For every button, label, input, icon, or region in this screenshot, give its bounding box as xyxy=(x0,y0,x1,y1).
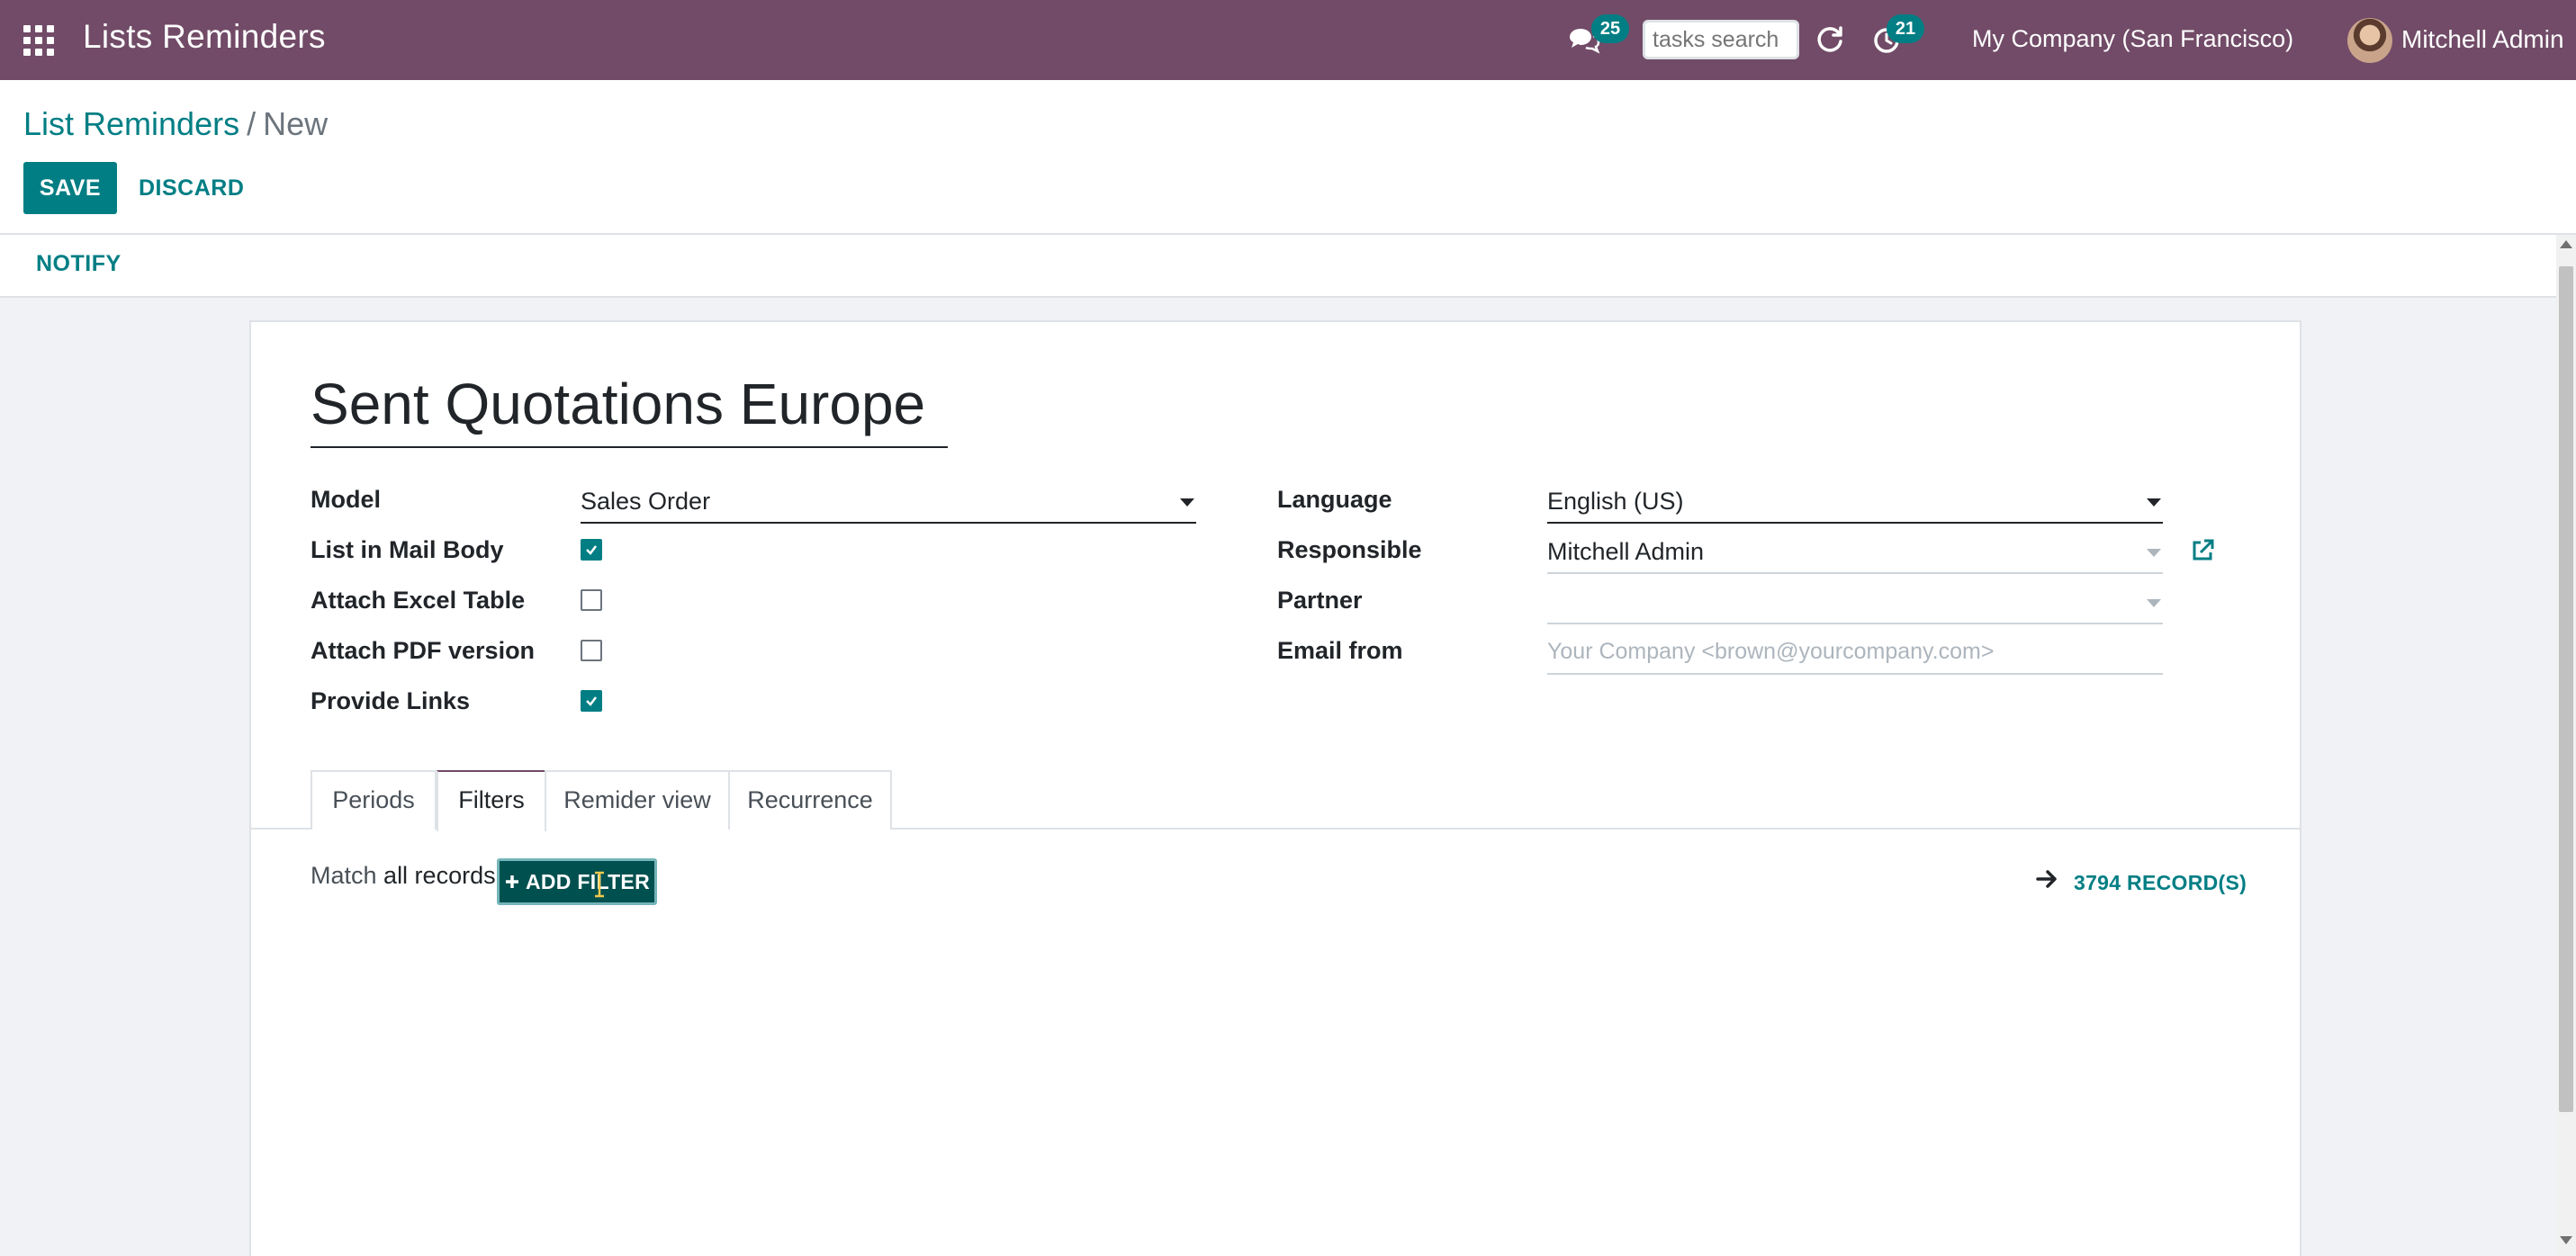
app-title[interactable]: Lists Reminders xyxy=(83,18,326,56)
user-avatar[interactable] xyxy=(2347,18,2392,63)
model-value: Sales Order xyxy=(581,488,711,515)
attach-pdf-version-checkbox[interactable] xyxy=(581,640,602,661)
add-filter-label: ADD FILTER xyxy=(525,869,650,893)
model-select[interactable]: Sales Order xyxy=(581,484,1196,524)
provide-links-checkbox[interactable] xyxy=(581,690,602,712)
language-label: Language xyxy=(1277,486,1392,513)
attach-pdf-version-label: Attach PDF version xyxy=(311,637,536,664)
apps-grid-icon[interactable] xyxy=(23,25,54,56)
tab-filters[interactable]: Filters xyxy=(437,770,546,831)
scroll-up-arrow-icon[interactable] xyxy=(2560,240,2572,248)
language-value: English (US) xyxy=(1547,488,1684,515)
notify-button[interactable]: NOTIFY xyxy=(36,251,122,277)
add-filter-button[interactable]: ADD FILTER xyxy=(497,858,657,905)
responsible-value: Mitchell Admin xyxy=(1547,538,1705,565)
activities-count-badge: 21 xyxy=(1887,14,1924,43)
name-field[interactable]: Sent Quotations Europe xyxy=(311,367,948,448)
tab-remider-view[interactable]: Remider view xyxy=(545,770,730,830)
tab-periods[interactable]: Periods xyxy=(311,770,437,830)
records-count-link[interactable]: 3794 RECORD(S) xyxy=(2074,871,2247,895)
match-prefix: Match xyxy=(311,862,377,889)
breadcrumb-parent-link[interactable]: List Reminders xyxy=(23,105,239,142)
chevron-down-icon[interactable] xyxy=(1180,498,1194,507)
check-icon xyxy=(586,696,597,706)
chevron-down-icon[interactable] xyxy=(2147,498,2161,507)
language-select[interactable]: English (US) xyxy=(1547,484,2163,524)
attach-excel-table-checkbox[interactable] xyxy=(581,589,602,611)
responsible-select[interactable]: Mitchell Admin xyxy=(1547,534,2163,574)
check-icon xyxy=(586,545,597,555)
notebook-tabs: Periods Filters Remider view Recurrence xyxy=(251,770,2300,831)
email-from-field[interactable]: Your Company <brown@yourcompany.com> xyxy=(1547,635,2163,675)
list-in-mail-body-label: List in Mail Body xyxy=(311,536,504,563)
form-sheet: Sent Quotations Europe Model Sales Order… xyxy=(249,320,2301,1256)
external-link-icon[interactable] xyxy=(2190,538,2215,563)
partner-label: Partner xyxy=(1277,587,1363,614)
form-statusbar: NOTIFY xyxy=(0,235,2556,298)
scroll-thumb[interactable] xyxy=(2559,266,2573,1112)
arrow-right-icon[interactable] xyxy=(2035,867,2058,891)
provide-links-label: Provide Links xyxy=(311,687,471,714)
list-in-mail-body-checkbox[interactable] xyxy=(581,539,602,561)
page-scrollbar[interactable] xyxy=(2556,235,2576,1256)
scroll-down-arrow-icon[interactable] xyxy=(2560,1236,2572,1244)
text-cursor-icon xyxy=(595,871,604,898)
breadcrumb: List Reminders / New xyxy=(23,105,328,143)
control-panel: List Reminders / New SAVE DISCARD xyxy=(0,80,2576,235)
save-button[interactable]: SAVE xyxy=(23,162,117,214)
tab-recurrence[interactable]: Recurrence xyxy=(728,770,892,830)
responsible-label: Responsible xyxy=(1277,536,1422,563)
messages-count-badge: 25 xyxy=(1591,14,1629,43)
top-navbar: Lists Reminders 25 21 My Company (San Fr… xyxy=(0,0,2576,80)
domain-match-text: Match all records xyxy=(311,862,496,890)
partner-select[interactable] xyxy=(1547,585,2163,624)
refresh-icon[interactable] xyxy=(1815,24,1845,55)
match-all-records: all records xyxy=(383,862,496,889)
attach-excel-table-label: Attach Excel Table xyxy=(311,587,526,614)
discard-button[interactable]: DISCARD xyxy=(133,162,249,214)
breadcrumb-separator: / xyxy=(247,105,257,142)
company-switcher[interactable]: My Company (San Francisco) xyxy=(1972,25,2293,53)
user-menu[interactable]: Mitchell Admin xyxy=(2401,25,2564,54)
chevron-down-icon[interactable] xyxy=(2147,549,2161,557)
breadcrumb-current: New xyxy=(263,105,329,142)
model-label: Model xyxy=(311,486,381,513)
tasks-search-input[interactable] xyxy=(1643,20,1799,59)
plus-icon xyxy=(505,875,518,888)
chevron-down-icon[interactable] xyxy=(2147,599,2161,607)
email-from-label: Email from xyxy=(1277,637,1403,664)
